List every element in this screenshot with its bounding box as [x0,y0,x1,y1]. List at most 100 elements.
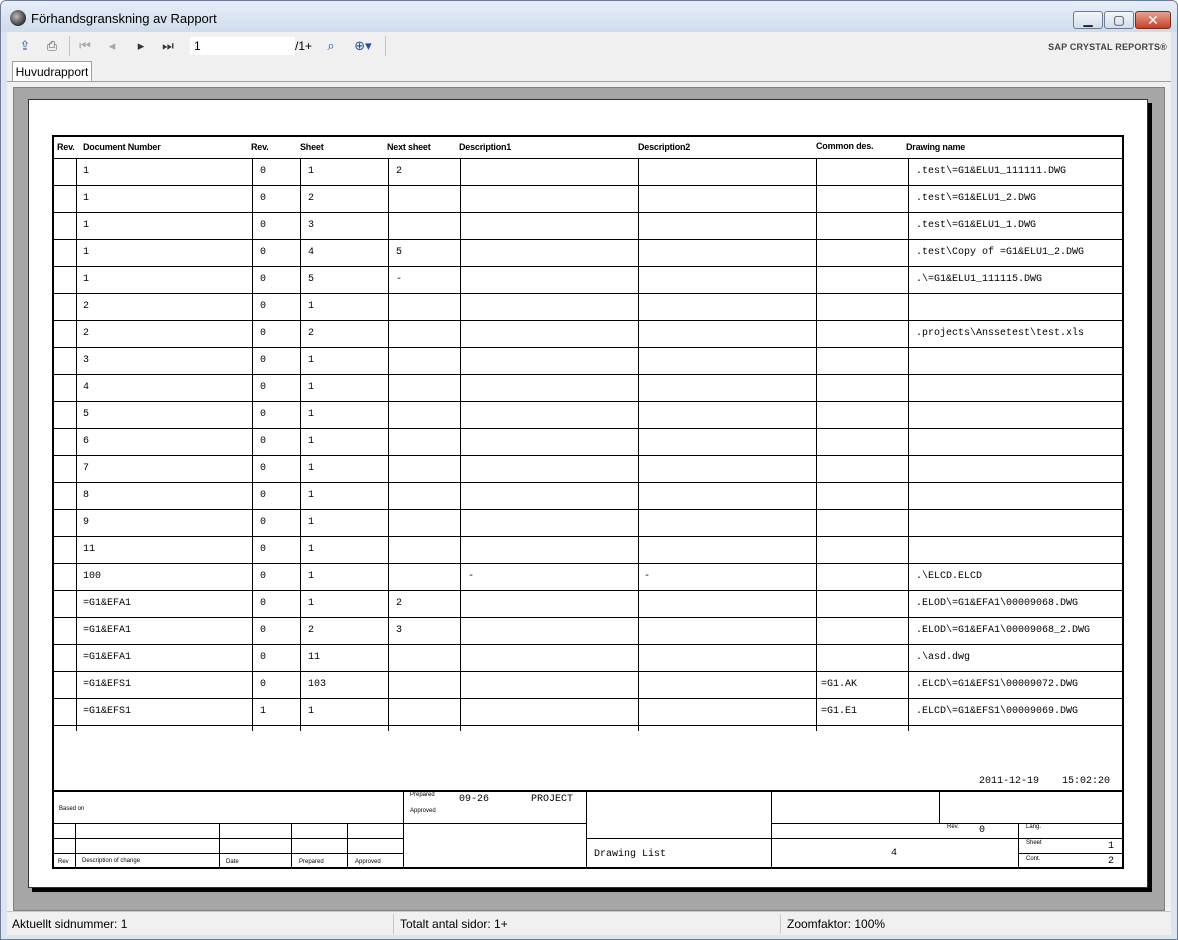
column-divider [816,158,817,731]
report-grid: Rev. Document Number Rev. Sheet Next she… [52,135,1124,869]
binoculars-icon[interactable]: ⌕ [321,37,341,55]
table-row: 100 0 1 - - .\ELCD.ELCD [54,563,1122,590]
client-area: ⇪ ⎙ ⏮ ◂ ▸ ⏭ /1+ ⌕ ⊕▾ SAP CRYSTAL REPORTS… [7,32,1171,935]
cell-rev: 0 [260,274,267,285]
cell-common: =G1.E1 [821,706,858,717]
column-divider [252,158,253,731]
cell-sheet: 1 [308,436,315,447]
zoom-status: Zoomfaktor: 100% [787,917,886,931]
next-page-icon[interactable]: ▸ [133,37,149,55]
report-date: 2011-12-19 [979,776,1040,787]
tb-line [403,823,586,824]
cont-label: Cont. [1026,856,1041,862]
tb-line [54,823,403,824]
cell-doc: =G1&EFS1 [83,679,132,690]
cell-sheet: 4 [308,247,315,258]
tb-line [1018,853,1122,854]
header-drawing-name: Drawing name [906,142,966,152]
tb-line [403,792,404,869]
cell-doc: =G1&EFS1 [83,706,132,717]
table-row: =G1&EFS1 1 1 =G1.E1 .ELCD\=G1&EFS1\00009069.… [54,698,1122,725]
cell-next: 3 [396,625,403,636]
last-page-icon[interactable]: ⏭ [160,37,176,55]
column-divider [300,158,301,731]
cell-doc: 6 [83,436,90,447]
date-col-label: Date [226,859,239,865]
cell-drawing: .ELCD\=G1&EFS1\00009069.DWG [916,706,1079,717]
page-total: /1+ [295,39,313,53]
cell-drawing: .test\=G1&ELU1_111111.DWG [916,166,1067,177]
cell-drawing: .test\=G1&ELU1_1.DWG [916,220,1037,231]
cell-doc: 9 [83,517,90,528]
first-page-icon[interactable]: ⏮ [77,37,93,55]
print-icon[interactable]: ⎙ [41,37,63,55]
close-button[interactable]: ✕ [1135,11,1171,29]
cell-doc: 3 [83,355,90,366]
cell-sheet: 11 [308,652,321,663]
cell-rev: 0 [260,571,267,582]
rev-value: 0 [979,825,986,836]
table-row: 6 0 1 [54,428,1122,455]
prev-page-icon[interactable]: ◂ [104,37,120,55]
rev-label: Rev. [947,824,959,830]
approved-col-label: Approved [355,859,381,865]
cell-sheet: 1 [308,409,315,420]
cell-sheet: 5 [308,274,315,285]
zoom-icon[interactable]: ⊕▾ [350,37,376,55]
table-row: 5 0 1 [54,401,1122,428]
cell-drawing: .test\Copy of =G1&ELU1_2.DWG [916,247,1085,258]
table-row: =G1&EFS1 0 103 =G1.AK .ELCD\=G1&EFS1\0000907… [54,671,1122,698]
tb-line [54,853,403,854]
based-on-label: Based on [59,806,85,812]
tb-line [54,838,403,839]
cell-rev: 0 [260,166,267,177]
cell-drawing: .\asd.dwg [916,652,971,663]
sheet-label: Sheet [1026,840,1042,846]
table-row: 1 0 3 .test\=G1&ELU1_1.DWG [54,212,1122,239]
cell-sheet: 1 [308,490,315,501]
total-pages-status: Totalt antal sidor: 1+ [400,917,508,931]
page-number-input[interactable] [190,37,295,55]
table-row: 1 0 1 2 .test\=G1&ELU1_111111.DWG [54,158,1122,185]
sheet-value: 1 [1108,841,1115,852]
cell-doc: 1 [83,247,90,258]
cell-drawing: .projects\Anssetest\test.xls [916,328,1085,339]
cell-doc: 1 [83,220,90,231]
export-icon[interactable]: ⇪ [15,37,35,55]
tb-line [347,823,348,869]
cell-rev: 0 [260,301,267,312]
header-rev2: Rev. [251,142,269,152]
cell-doc: 4 [83,382,90,393]
tb-line [586,838,771,839]
maximize-button[interactable]: ▢ [1104,11,1134,29]
cell-d2: - [644,571,651,582]
cell-rev: 0 [260,220,267,231]
cell-rev: 0 [260,679,267,690]
cell-doc: =G1&EFA1 [83,625,132,636]
cell-sheet: 3 [308,220,315,231]
cell-doc: 5 [83,409,90,420]
cell-sheet: 103 [308,679,327,690]
cell-sheet: 1 [308,355,315,366]
table-row: =G1&EFA1 0 2 3 .ELOD\=G1&EFA1\00009068_2.DWG [54,617,1122,644]
minimize-button[interactable]: ▁ [1073,11,1103,29]
cell-doc: 100 [83,571,102,582]
cell-sheet: 1 [308,706,315,717]
tab-huvudrapport[interactable]: Huvudrapport [12,61,92,82]
column-divider [76,158,77,731]
cell-rev: 1 [260,706,267,717]
cell-sheet: 1 [308,571,315,582]
header-description2: Description2 [638,142,691,152]
cell-rev: 0 [260,544,267,555]
tb-line [75,823,76,869]
table-row: 7 0 1 [54,455,1122,482]
tb-line [586,792,587,869]
status-separator [780,914,781,934]
table-bottom-rule [54,725,1122,726]
cell-rev: 0 [260,193,267,204]
cell-doc: 2 [83,328,90,339]
current-page-status: Aktuellt sidnummer: 1 [12,917,128,931]
cell-drawing: .ELCD\=G1&EFS1\00009072.DWG [916,679,1079,690]
table-row: 9 0 1 [54,509,1122,536]
report-viewer[interactable]: Rev. Document Number Rev. Sheet Next she… [13,87,1165,911]
